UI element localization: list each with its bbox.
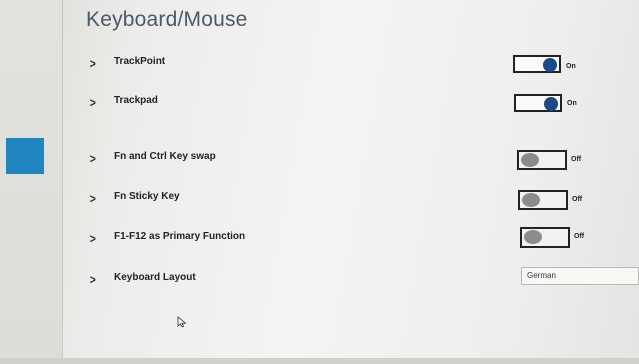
- toggle-knob: [521, 153, 539, 167]
- toggle-state-label: Off: [571, 156, 582, 163]
- toggle-state-label: Off: [572, 196, 583, 203]
- keyboard-layout-selected-value: German: [527, 271, 556, 280]
- chevron-right-icon[interactable]: >: [90, 56, 96, 71]
- toggle-state-label: On: [566, 63, 576, 70]
- bottom-bezel: [0, 358, 639, 364]
- settings-window: Keyboard/Mouse > TrackPoint On > Trackpa…: [0, 0, 639, 364]
- toggle-state-label: Off: [574, 233, 585, 240]
- page-title: Keyboard/Mouse: [86, 8, 248, 31]
- setting-row-fn-ctrl-swap[interactable]: > Fn and Ctrl Key swap Off: [0, 150, 639, 174]
- trackpoint-toggle[interactable]: [513, 55, 561, 73]
- f1-f12-primary-toggle[interactable]: [520, 227, 570, 248]
- toggle-knob: [544, 97, 558, 111]
- fn-ctrl-swap-toggle[interactable]: [517, 150, 567, 170]
- fn-sticky-key-toggle[interactable]: [518, 190, 568, 210]
- chevron-right-icon[interactable]: >: [90, 272, 96, 287]
- keyboard-layout-select[interactable]: German: [521, 267, 639, 285]
- chevron-right-icon[interactable]: >: [90, 191, 96, 206]
- chevron-right-icon[interactable]: >: [90, 95, 96, 110]
- setting-row-trackpad[interactable]: > Trackpad On: [0, 94, 639, 118]
- chevron-right-icon[interactable]: >: [90, 231, 96, 246]
- setting-label: Fn Sticky Key: [114, 191, 180, 202]
- toggle-knob: [522, 193, 540, 207]
- setting-label: Keyboard Layout: [114, 272, 196, 283]
- toggle-knob: [543, 58, 557, 72]
- setting-row-f1-f12-primary[interactable]: > F1-F12 as Primary Function Off: [0, 227, 639, 254]
- setting-label: Trackpad: [114, 95, 158, 106]
- mouse-pointer-icon: [177, 316, 187, 328]
- toggle-state-label: On: [567, 100, 577, 107]
- toggle-knob: [524, 230, 542, 244]
- setting-label: TrackPoint: [114, 56, 166, 67]
- setting-label: Fn and Ctrl Key swap: [114, 151, 216, 162]
- setting-row-trackpoint[interactable]: > TrackPoint On: [0, 55, 639, 79]
- setting-label: F1-F12 as Primary Function: [114, 231, 246, 242]
- setting-row-fn-sticky-key[interactable]: > Fn Sticky Key Off: [0, 190, 639, 214]
- chevron-right-icon[interactable]: >: [90, 151, 96, 166]
- trackpad-toggle[interactable]: [514, 94, 562, 112]
